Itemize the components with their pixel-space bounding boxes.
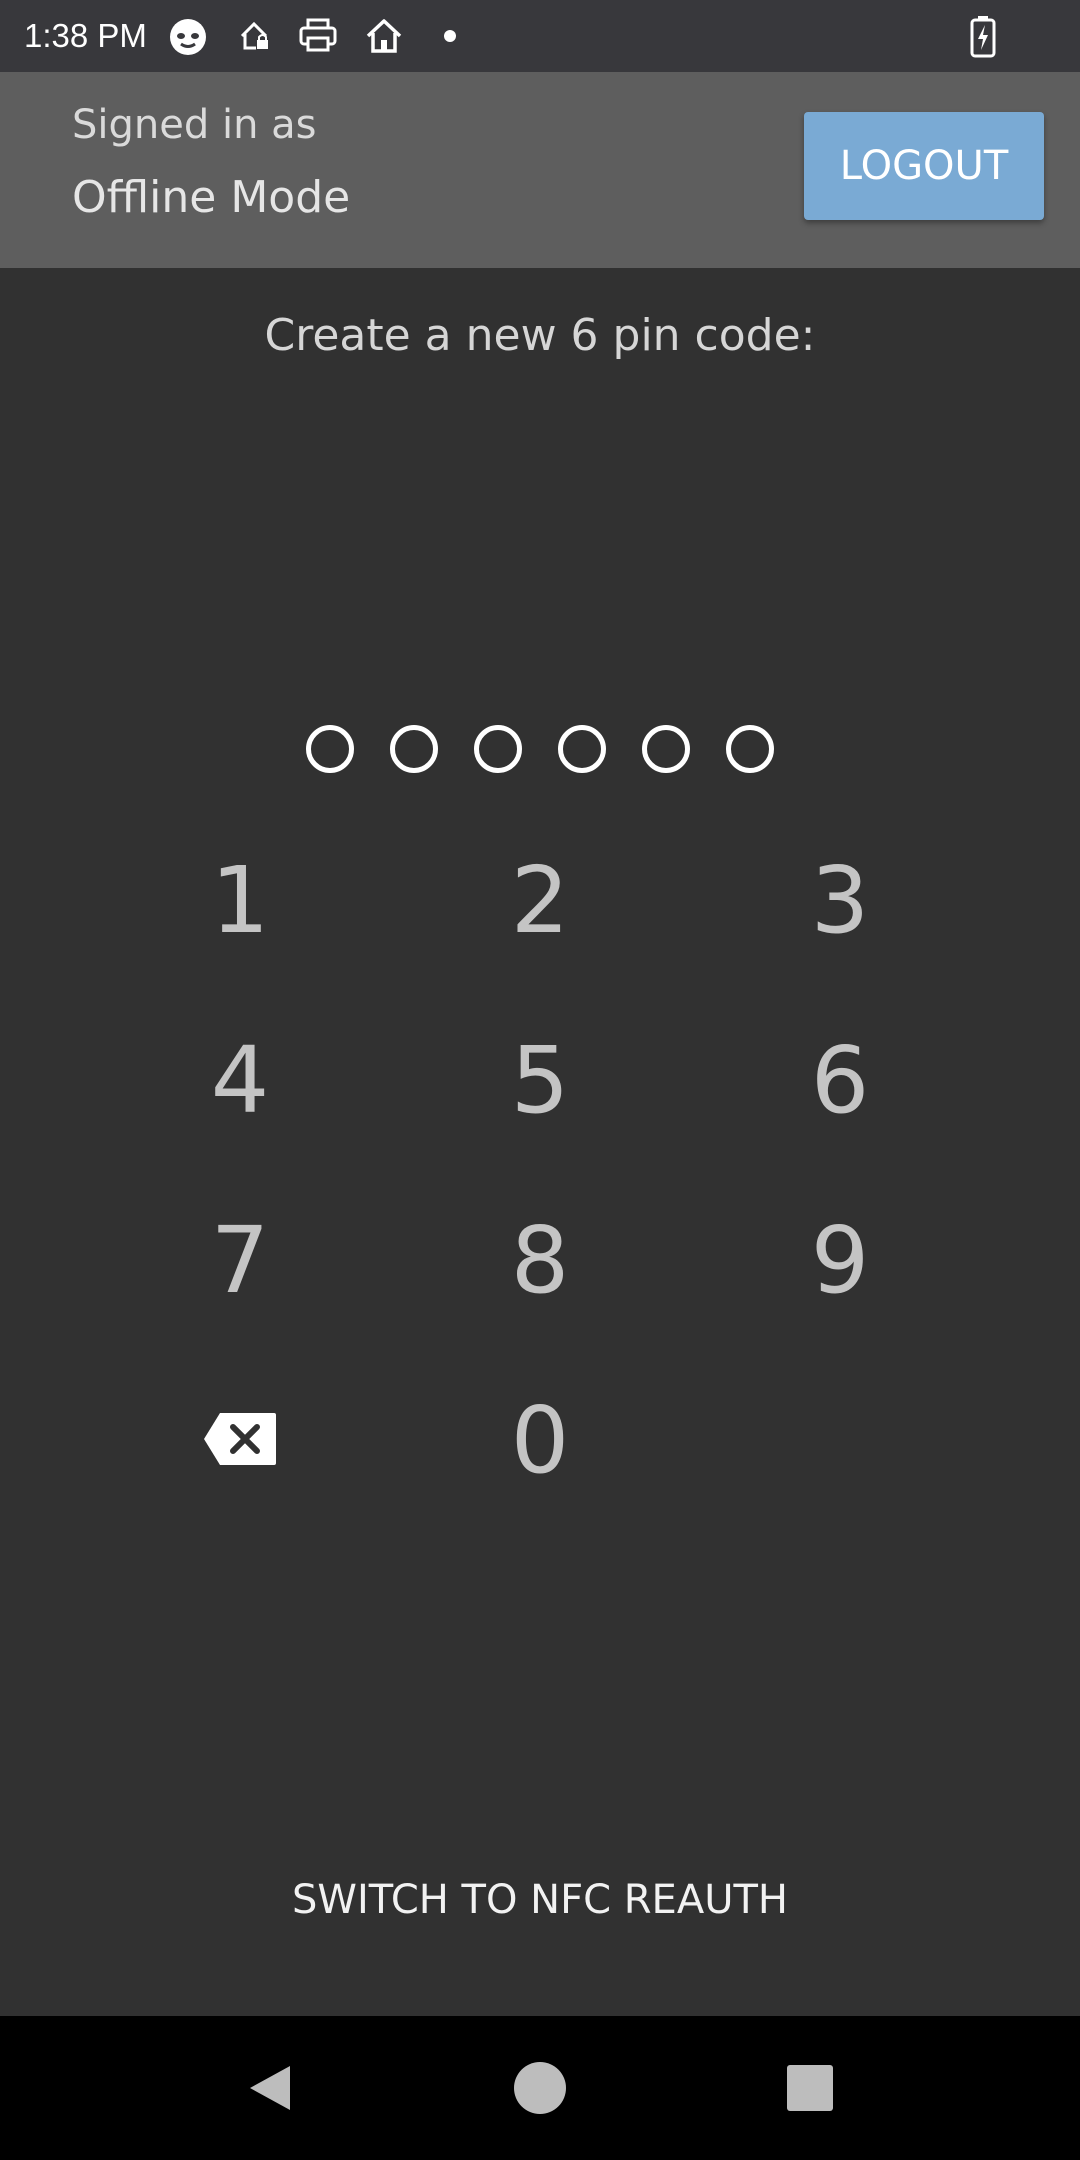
- key-2[interactable]: 2: [420, 825, 660, 975]
- backspace-icon: [202, 1382, 278, 1489]
- cat-face-icon: [166, 14, 210, 58]
- signed-in-label: Signed in as: [72, 102, 317, 148]
- pin-indicator: [0, 725, 1080, 775]
- pin-dot: [306, 725, 354, 773]
- status-bar: 1:38 PM: [0, 0, 1080, 72]
- key-0[interactable]: 0: [420, 1365, 660, 1515]
- key-9[interactable]: 9: [720, 1185, 960, 1335]
- pin-dot: [390, 725, 438, 773]
- key-1[interactable]: 1: [120, 825, 360, 975]
- home-circle-icon[interactable]: [504, 2052, 576, 2124]
- printer-icon: [298, 14, 338, 58]
- navigation-bar: [0, 2016, 1080, 2160]
- key-5[interactable]: 5: [420, 1005, 660, 1155]
- signed-in-user: Offline Mode: [72, 172, 351, 223]
- dot-icon: [442, 14, 458, 58]
- key-4[interactable]: 4: [120, 1005, 360, 1155]
- pin-dot: [474, 725, 522, 773]
- home-lock-icon: [236, 14, 272, 58]
- pin-dot: [726, 725, 774, 773]
- switch-nfc-button[interactable]: SWITCH TO NFC REAUTH: [0, 1860, 1080, 1940]
- pin-dot: [558, 725, 606, 773]
- pin-prompt: Create a new 6 pin code:: [264, 310, 816, 361]
- account-header: Signed in as Offline Mode LOGOUT: [0, 72, 1080, 268]
- key-6[interactable]: 6: [720, 1005, 960, 1155]
- key-7[interactable]: 7: [120, 1185, 360, 1335]
- pin-dot: [642, 725, 690, 773]
- status-time: 1:38 PM: [24, 17, 147, 54]
- home-icon: [364, 14, 404, 58]
- backspace-button[interactable]: [120, 1360, 360, 1510]
- key-3[interactable]: 3: [720, 825, 960, 975]
- battery-charging-icon: [968, 14, 998, 58]
- recents-icon[interactable]: [774, 2052, 846, 2124]
- back-icon[interactable]: [234, 2052, 306, 2124]
- logout-button[interactable]: LOGOUT: [804, 112, 1044, 220]
- key-8[interactable]: 8: [420, 1185, 660, 1335]
